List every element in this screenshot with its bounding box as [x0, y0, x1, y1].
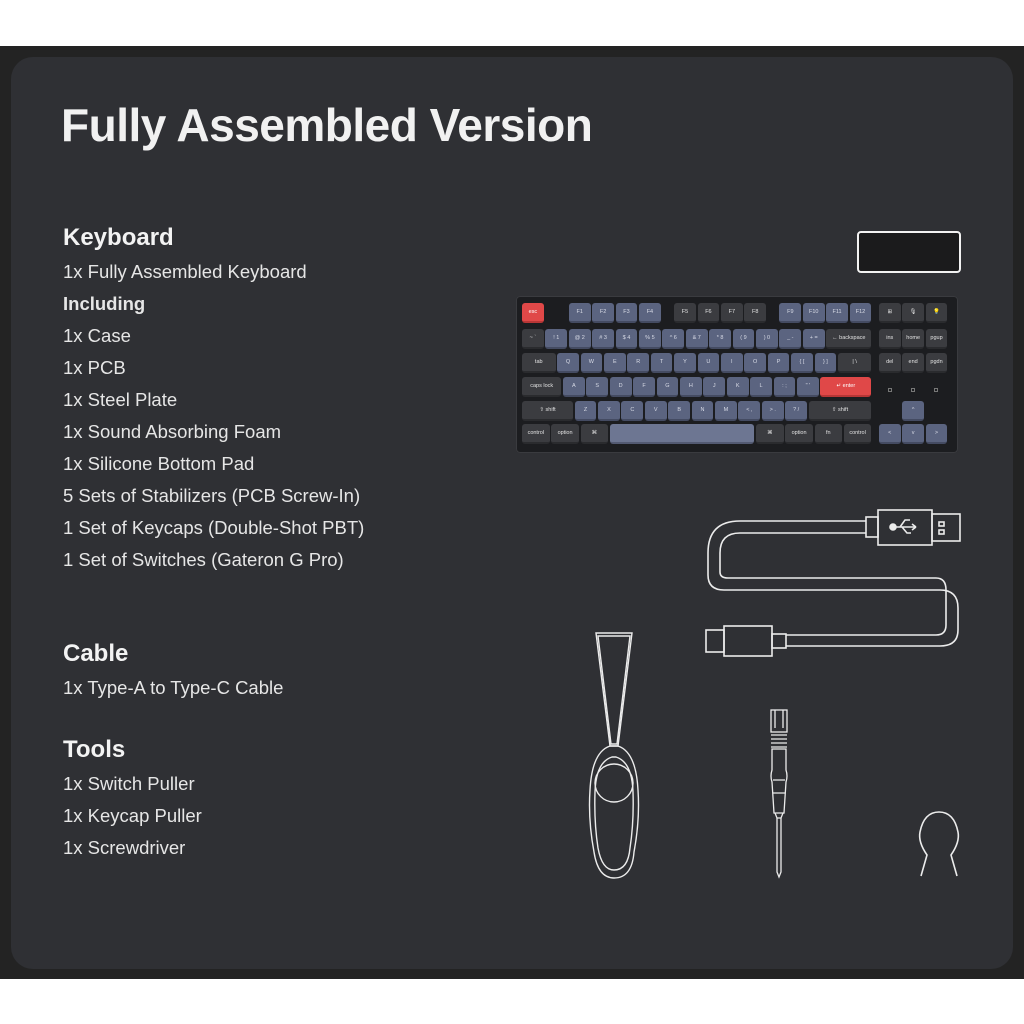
keycap-puller-icon — [918, 811, 960, 877]
screwdriver-icon — [770, 709, 788, 879]
accessories-drawing — [588, 509, 961, 879]
switch-puller-icon — [588, 632, 640, 879]
usb-cable-icon — [705, 509, 961, 657]
